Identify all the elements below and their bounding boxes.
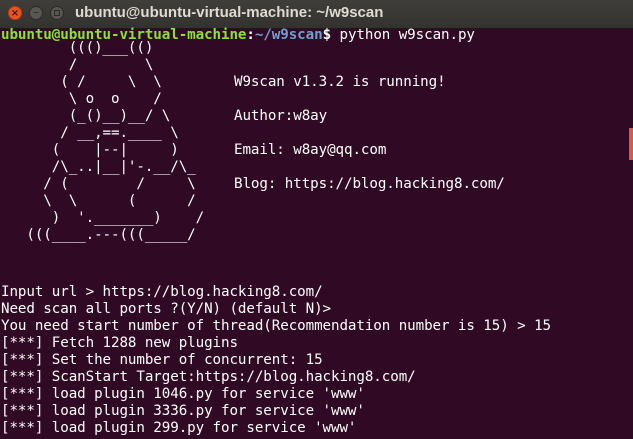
output-line: Input url > https://blog.hacking8.com/	[1, 284, 323, 300]
scrollbar-thumb[interactable]	[629, 128, 633, 160]
output-line: [***] load plugin 1046.py for service 'w…	[1, 386, 365, 402]
output-line: [***] load plugin 299.py for service 'ww…	[1, 420, 357, 436]
output-line: [***] Fetch 1288 new plugins	[1, 335, 238, 351]
prompt-colon: :	[246, 27, 255, 43]
maximize-icon[interactable]	[50, 6, 64, 20]
terminal-area[interactable]: ubuntu@ubuntu-virtual-machine:~/w9scan$ …	[1, 26, 629, 439]
banner-art-line: \ \ ( /	[1, 193, 213, 209]
window-titlebar[interactable]: × – ubuntu@ubuntu-virtual-machine: ~/w9s…	[0, 0, 633, 29]
prompt-dollar: $	[322, 27, 332, 43]
banner-art-line: ) '._______) /	[1, 210, 222, 226]
close-icon[interactable]: ×	[8, 6, 22, 20]
output-line: [***] Set the number of concurrent: 15	[1, 352, 323, 368]
prompt-command: python w9scan.py	[331, 27, 475, 43]
prompt-path: ~/w9scan	[254, 27, 323, 43]
banner-art-line: ( / \ \	[1, 74, 222, 90]
output-line: [***] ScanStart Target:https://blog.hack…	[1, 369, 416, 385]
banner-art-line: (_()__)__/ \	[1, 108, 222, 124]
window-title: ubuntu@ubuntu-virtual-machine: ~/w9scan	[75, 4, 384, 21]
banner-info-line: Author:w8ay	[234, 108, 328, 124]
banner-art-line: / __,==.____ \	[1, 125, 196, 141]
banner-art-line: / ( / \	[1, 176, 222, 192]
banner-art-line: ( |--| )	[1, 142, 222, 158]
banner-info-line: Blog: https://blog.hacking8.com/	[234, 176, 505, 192]
banner-art-line: (((____.---(((_____/	[1, 227, 213, 243]
banner-info-line: W9scan v1.3.2 is running!	[234, 74, 446, 90]
output-line: Need scan all ports ?(Y/N) (default N)>	[1, 301, 332, 317]
banner-info-line: Email: w8ay@qq.com	[234, 142, 387, 158]
minimize-icon[interactable]: –	[29, 6, 43, 20]
banner-art-line: \ o o /	[1, 91, 179, 107]
banner-art-line: ((()___(()	[1, 40, 171, 56]
banner-art-line: / \	[1, 57, 171, 73]
output-line: [***] load plugin 3336.py for service 'w…	[1, 403, 365, 419]
banner-art-line: /\_..|__|'-.__/\_	[1, 159, 213, 175]
output-line: You need start number of thread(Recommen…	[1, 318, 552, 334]
